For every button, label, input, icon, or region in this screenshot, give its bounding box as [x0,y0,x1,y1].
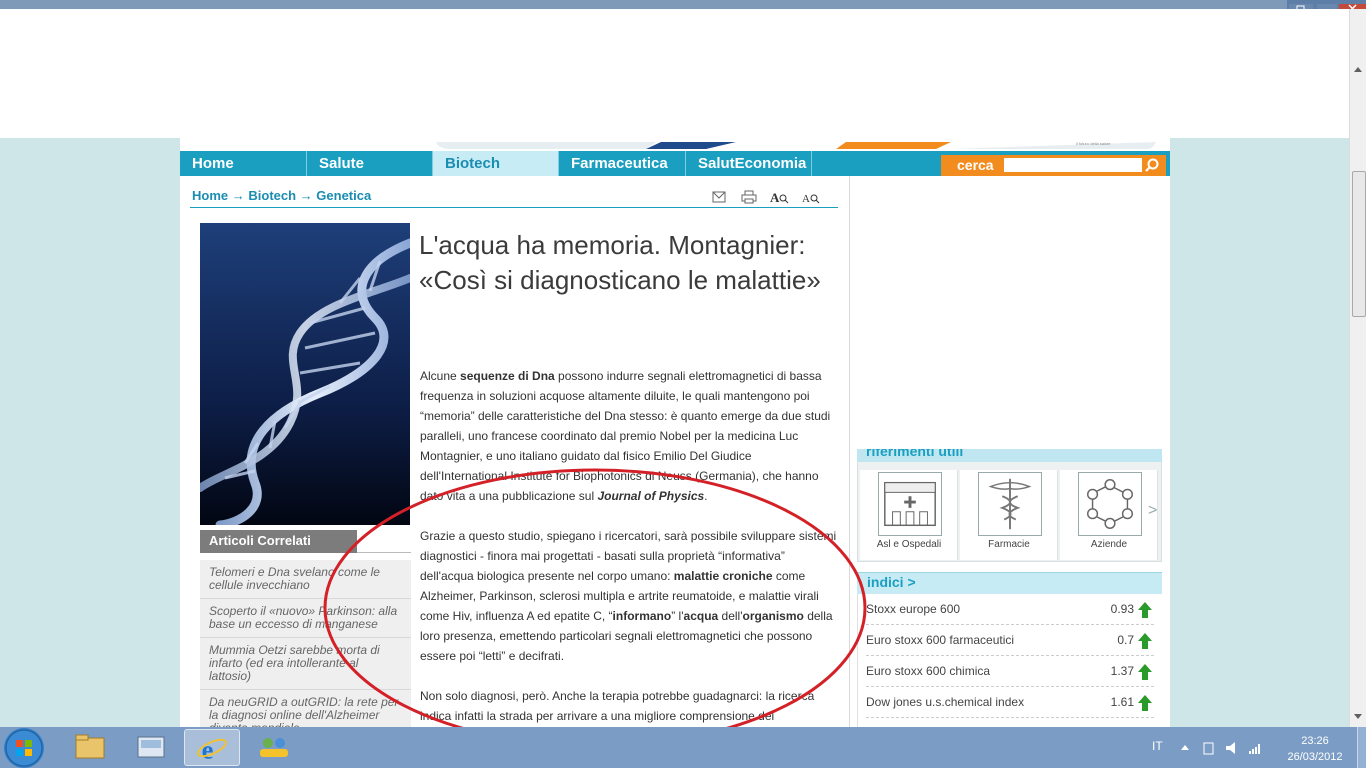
index-value: 0.93 [1110,602,1134,616]
breadcrumb-divider [190,207,838,208]
breadcrumb-biotech[interactable]: Biotech [248,188,296,203]
svg-text:A: A [770,190,780,204]
start-button[interactable] [4,728,44,768]
tray-network-icon [1249,744,1260,754]
print-icon[interactable] [740,190,758,204]
window-controls[interactable] [1287,0,1366,13]
taskbar-network-app[interactable] [246,729,302,766]
windows-logo-icon [5,729,43,767]
scroll-up-arrow-icon[interactable] [1354,67,1362,72]
hospital-icon [878,472,942,536]
up-arrow-icon [1138,602,1152,618]
useful-links-header: riferimenti utili [857,449,1162,462]
tray-language[interactable]: IT [1152,739,1163,753]
nav-home[interactable]: Home [180,151,307,176]
nav-farmaceutica[interactable]: Farmaceutica [559,151,686,176]
nav-biotech[interactable]: Biotech [433,151,559,176]
caduceus-icon [978,472,1042,536]
library-icon [137,736,165,758]
nav-saluteconomia[interactable]: SalutEconomia [686,151,812,176]
index-value: 1.37 [1110,664,1134,678]
breadcrumb-genetica[interactable]: Genetica [316,188,371,203]
index-row[interactable]: Stoxx europe 600 0.93 [866,594,1154,625]
internet-explorer-icon: e [197,734,227,764]
useful-link-companies[interactable]: Aziende [1060,470,1158,560]
index-row[interactable]: Euro stoxx 600 farmaceutici 0.7 [866,625,1154,656]
svg-text:e: e [202,734,214,764]
browser-scrollbar[interactable] [1349,9,1366,727]
indices-header: indici > [857,572,1162,594]
molecule-icon [1078,472,1142,536]
taskbar-library[interactable] [123,729,179,766]
scrollbar-thumb[interactable] [1352,171,1366,317]
taskbar-internet-explorer[interactable]: e [184,729,240,766]
svg-text:il futuro della salute: il futuro della salute [1076,142,1111,146]
header-banner-remnant: il futuro della salute [436,138,1156,149]
index-name: Euro stoxx 600 farmaceutici [866,633,1015,647]
useful-link-pharmacies[interactable]: Farmacie [960,470,1058,560]
red-annotation-ellipse [323,468,867,748]
search-label: cerca [957,157,994,173]
show-desktop-button[interactable] [1357,727,1366,768]
email-icon[interactable] [710,190,728,204]
window-titlebar [0,0,1366,9]
up-arrow-icon [1138,695,1152,711]
useful-link-label: Aziende [1090,539,1128,550]
index-name: Dow jones u.s.chemical index [866,695,1025,709]
breadcrumb-separator: → [299,188,313,203]
breadcrumb: Home → Biotech → Genetica [192,188,371,203]
font-increase-icon[interactable]: A [770,190,790,204]
tray-power-icon [1203,742,1214,755]
tray-volume-icon [1226,742,1235,754]
nav-salute[interactable]: Salute [307,151,433,176]
search-box: cerca [941,155,1166,176]
indices-list: Stoxx europe 600 0.93 Euro stoxx 600 far… [857,594,1162,728]
blank-overlay [0,9,1355,138]
index-value: 0.7 [1117,633,1134,647]
tray-clock[interactable]: 23:26 26/03/2012 [1280,733,1350,765]
svg-text:A: A [802,193,810,204]
scroll-down-arrow-icon[interactable] [1354,714,1362,719]
tray-icons[interactable] [1176,740,1276,756]
font-decrease-icon[interactable]: A [802,190,822,204]
useful-link-label: Farmacie [988,539,1030,550]
network-app-icon [260,738,288,757]
tray-date: 26/03/2012 [1287,751,1343,763]
index-value: 1.61 [1110,695,1134,709]
tray-time: 23:26 [1301,735,1329,747]
tray-expand-icon [1181,745,1189,750]
article-title: L'acqua ha memoria. Montagnier: «Così si… [419,230,821,295]
useful-links-title: riferimenti utili [866,449,964,459]
search-icon[interactable] [1143,157,1161,174]
breadcrumb-separator: → [231,188,245,203]
up-arrow-icon [1138,633,1152,649]
index-row[interactable]: Euro stoxx 600 chimica 1.37 [866,656,1154,687]
breadcrumb-home[interactable]: Home [192,188,228,203]
index-row[interactable]: Dow jones u.s.chemical index 1.61 [866,687,1154,718]
useful-links-next-button[interactable]: > [1148,502,1157,520]
index-name: Euro stoxx 600 chimica [866,664,991,678]
explorer-icon [75,734,105,759]
taskbar-explorer[interactable] [62,729,118,766]
index-name: Stoxx europe 600 [866,602,961,616]
up-arrow-icon [1138,664,1152,680]
search-input[interactable] [1004,158,1142,172]
